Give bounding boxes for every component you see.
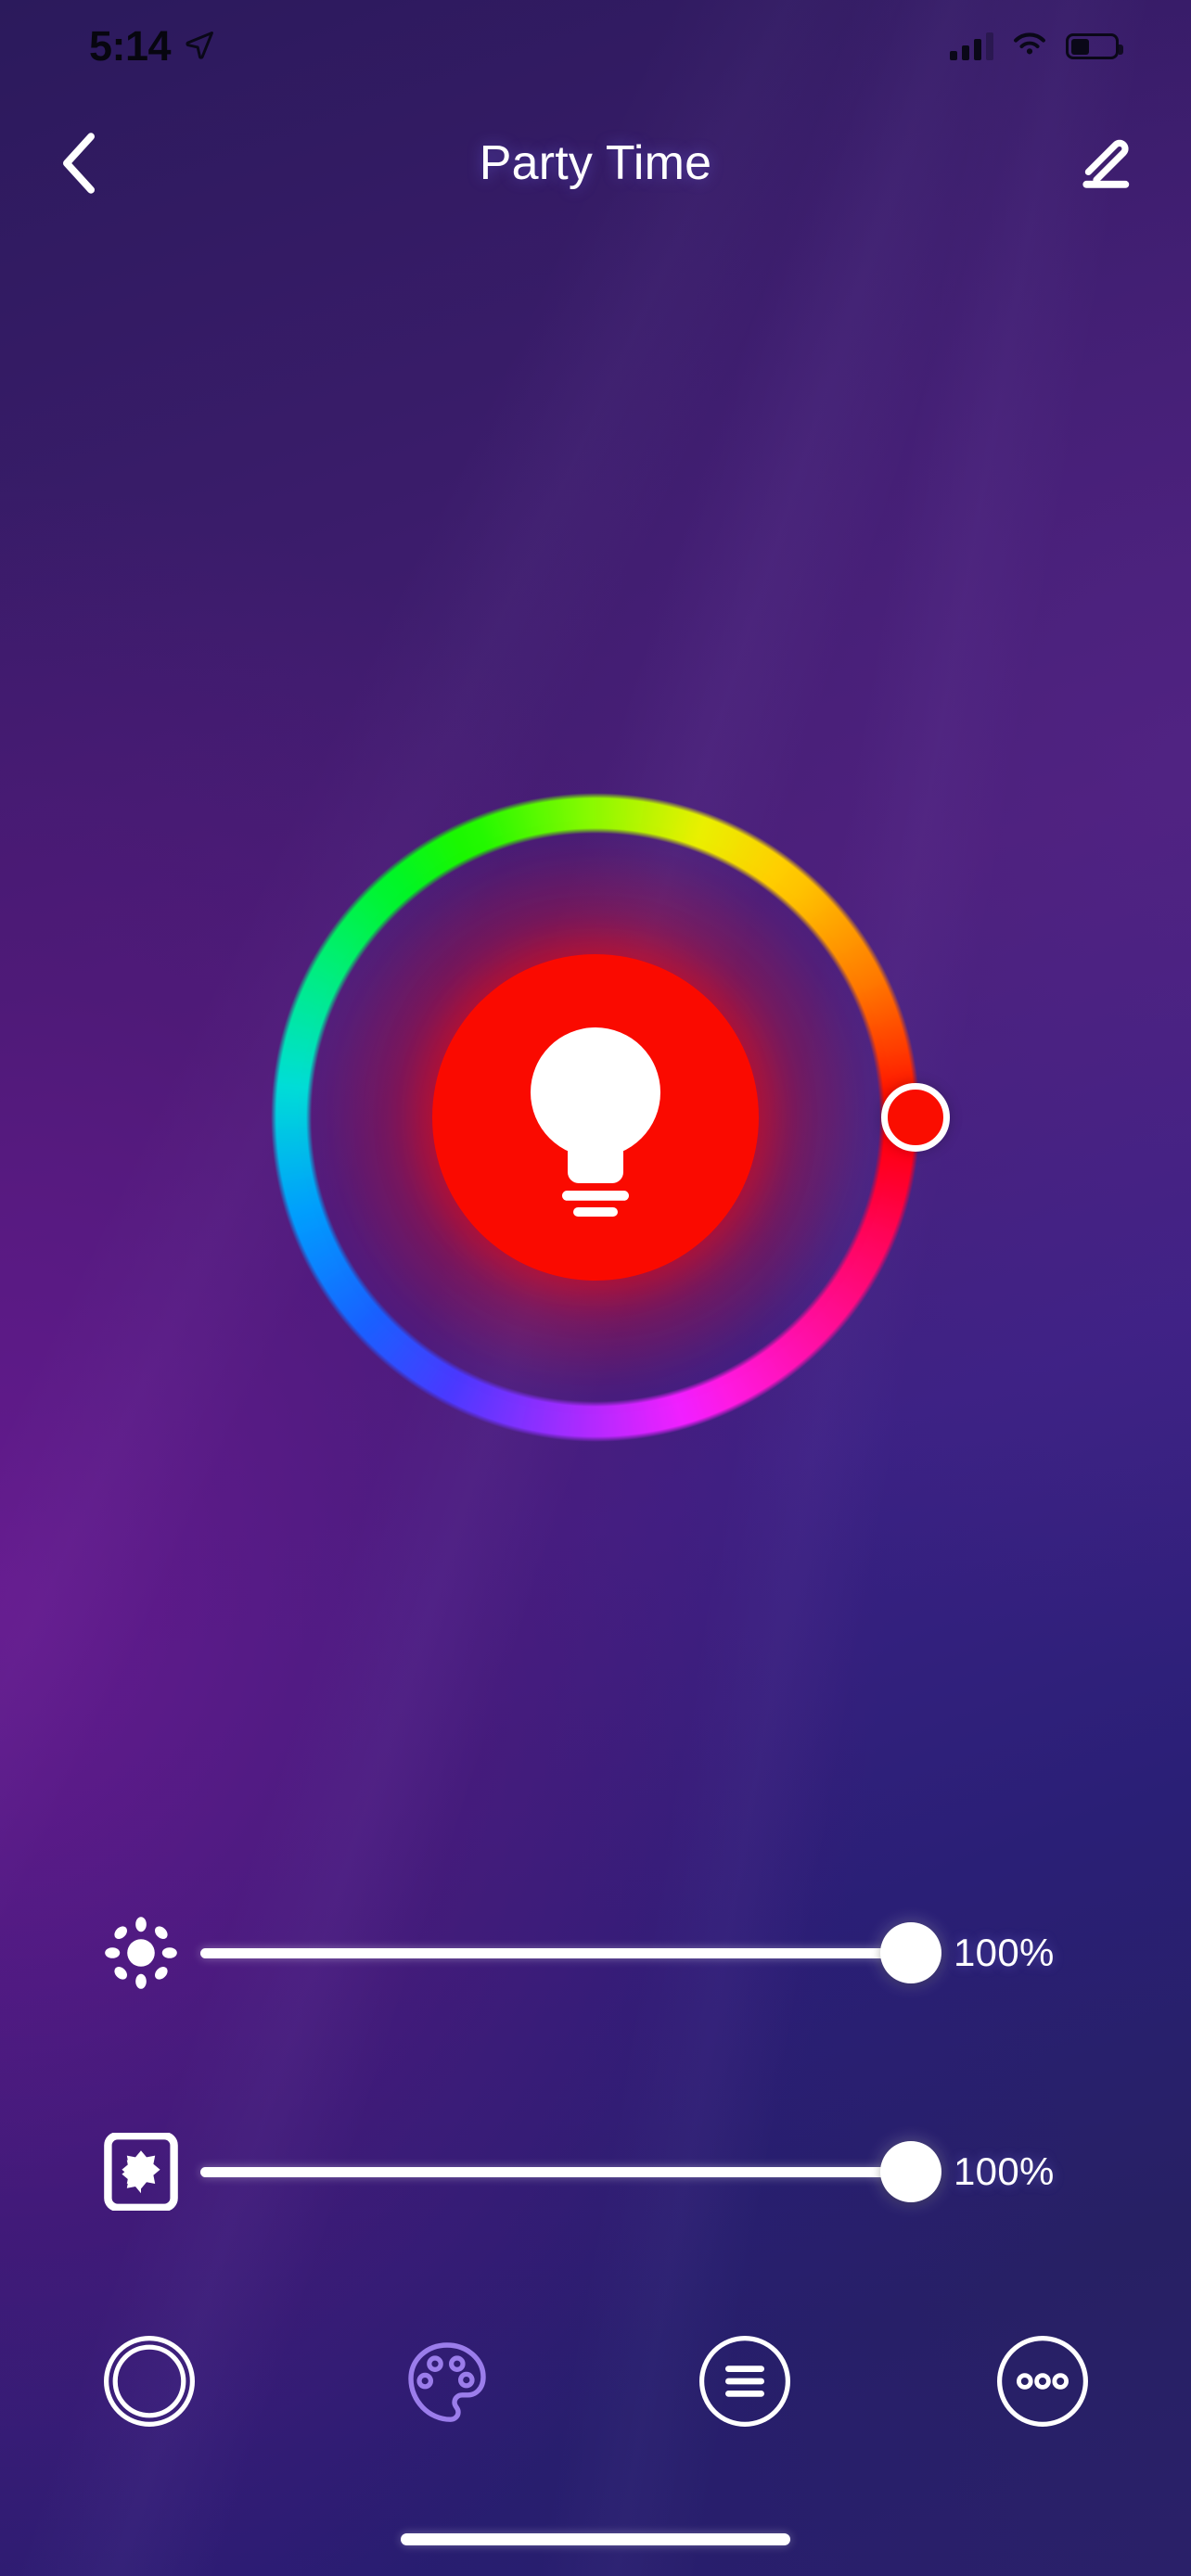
tab-more[interactable] [893,2331,1191,2431]
light-bulb-icon [531,1027,660,1217]
bottom-tab-bar [0,2298,1191,2465]
power-circle-icon [99,2331,199,2431]
battery-icon [1066,33,1123,59]
tab-power[interactable] [0,2331,298,2431]
brightness-value: 100% [954,1931,1055,1974]
saturation-value: 100% [954,2149,1055,2193]
back-button[interactable] [37,121,121,205]
color-wheel[interactable] [271,793,950,1442]
more-dots-icon [992,2331,1093,2431]
edit-button[interactable] [1065,121,1148,205]
location-arrow-icon [184,29,215,65]
saturation-fill [200,2166,911,2177]
palette-icon [397,2331,497,2431]
hue-selector-handle[interactable] [881,1083,950,1152]
saturation-knob[interactable] [880,2141,941,2202]
brightness-slider-row: 100% [98,1908,1093,1997]
brightness-slider[interactable] [200,1910,941,1996]
tab-scenes[interactable] [596,2331,893,2431]
navigation-bar: Party Time [0,119,1191,208]
saturation-slider[interactable] [200,2129,941,2214]
status-bar-left: 5:14 [89,22,215,70]
chevron-left-icon [63,133,95,194]
power-toggle-disc[interactable] [432,954,759,1281]
saturation-slider-row: 100% [98,2127,1093,2216]
tab-colors[interactable] [298,2331,596,2431]
status-bar: 5:14 [0,0,1191,93]
list-lines-icon [695,2331,795,2431]
home-indicator[interactable] [401,2533,790,2545]
cellular-signal-icon [950,32,993,60]
page-title: Party Time [479,136,712,190]
pencil-edit-icon [1082,139,1130,188]
status-clock: 5:14 [89,22,172,70]
brightness-knob[interactable] [880,1922,941,1983]
status-bar-right [950,31,1123,63]
wifi-icon [1012,31,1047,63]
brightness-fill [200,1947,911,1958]
contrast-saturation-icon[interactable] [98,2129,184,2214]
sun-brightness-icon[interactable] [98,1910,184,1996]
